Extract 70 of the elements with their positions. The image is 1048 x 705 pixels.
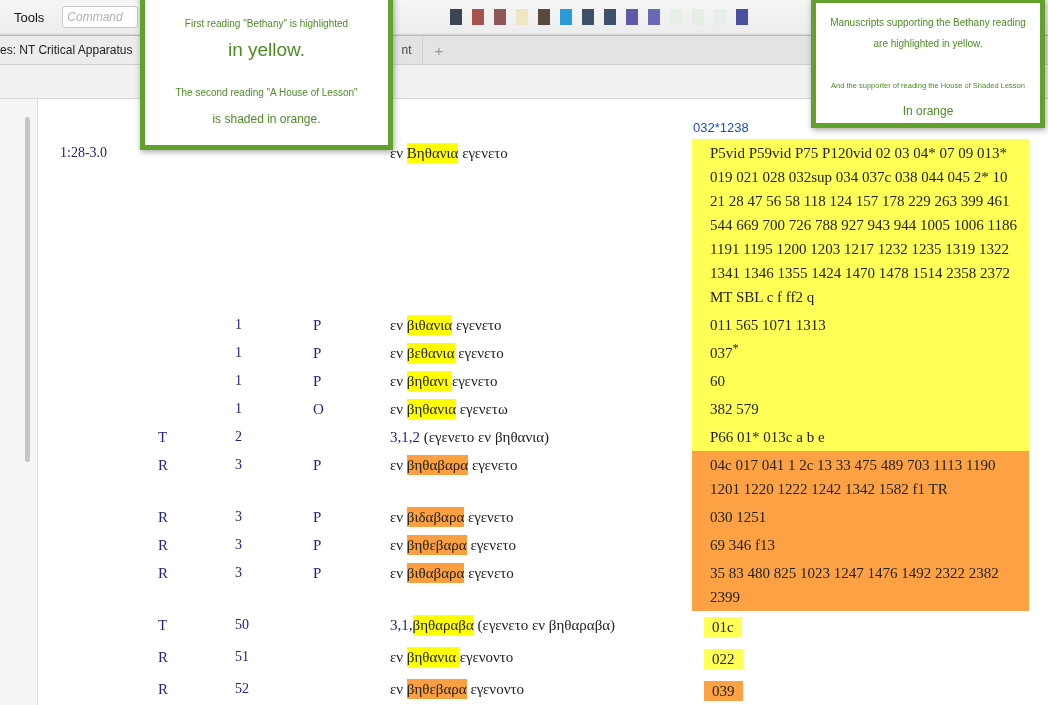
- variant-class: P: [313, 565, 322, 581]
- variant-number: 3: [235, 509, 242, 524]
- variant-number: 1: [235, 345, 242, 360]
- variant-reading: εν βηθανια εγενετω: [390, 399, 508, 419]
- variant-reading: εν βηθανι εγενετο: [390, 371, 498, 391]
- book-cover-icon[interactable]: [626, 9, 639, 25]
- variant-type: T: [158, 429, 168, 445]
- variant-number: 3: [235, 537, 242, 552]
- book-cover-icon[interactable]: [582, 9, 595, 25]
- variant-type: R: [158, 509, 168, 525]
- variant-class: P: [313, 317, 322, 333]
- annotation-callout: First reading "Bethany" is highlighted in yellow. The second reading "A House of Lesson" is shaded in orange.: [140, 0, 393, 150]
- variant-number: 1: [235, 317, 242, 332]
- book-cover-icon[interactable]: [494, 9, 507, 25]
- variant-type: R: [158, 537, 168, 553]
- variant-type: R: [158, 681, 168, 697]
- witness-cell: P5vid P59vid P75 P120vid 02 03 04* 07 09 013* 019 021 028 032sup 034 037c 038 044 045 2* 10 21 28 47 56 58 118 124 157 178 229 263 399 461 544 669 700 726 788 927 943 944 1005 1006 1186 1191 1195 1200 1203 1217 1232 1235 1319 1322 1341 1346 1355 1424 1470 1478 1514 2358 2372 MT SBL c f ff2 q: [692, 139, 1029, 311]
- book-cover-icon[interactable]: [604, 9, 617, 25]
- variant-reading: εν βηθεβαρα εγενετο: [390, 535, 516, 555]
- variant-reading: 3,1,βηθαραβα (εγενετο εν βηθαραβα): [390, 615, 616, 635]
- book-cover-icon[interactable]: [472, 9, 485, 25]
- witness-cell: 011 565 1071 1313: [692, 311, 1029, 339]
- variant-type: T: [158, 617, 168, 633]
- witness-cell: 030 1251: [692, 503, 1029, 531]
- command-field[interactable]: Command: [62, 6, 139, 28]
- variant-reading: εν βηθανια εγενοντο: [390, 647, 514, 667]
- variant-number: 52: [235, 681, 249, 696]
- variant-class: P: [313, 537, 322, 553]
- variant-number: 1: [235, 401, 242, 416]
- book-cover-icon[interactable]: [538, 9, 551, 25]
- variant-number: 50: [235, 617, 249, 632]
- variant-number: 3: [235, 565, 242, 580]
- witness-cell: 35 83 480 825 1023 1247 1476 1492 2322 2382 2399: [692, 559, 1029, 611]
- variant-reading: εν Βηθανια εγενετο: [390, 143, 508, 163]
- witness-list: 01c: [704, 617, 742, 637]
- witness-cell: 69 346 f13: [692, 531, 1029, 559]
- tab[interactable]: nt: [395, 36, 423, 64]
- tools-menu[interactable]: Tools: [14, 9, 45, 25]
- variant-reading: εν βιδαβαρα εγενετο: [390, 507, 514, 527]
- witness-list: 022: [704, 649, 743, 669]
- variant-class: P: [313, 345, 322, 361]
- witness-list: 039: [704, 681, 743, 701]
- variant-class: O: [313, 401, 324, 417]
- variant-class: P: [313, 457, 322, 473]
- variant-reading: εν βηθαβαρα εγενετο: [390, 455, 518, 475]
- book-cover-icon[interactable]: [736, 9, 749, 25]
- variant-reading: εν βηθεβαρα εγενοντο: [390, 679, 524, 699]
- witness-cell: 382 579: [692, 395, 1029, 423]
- variant-reading: εν βεθανια εγενετο: [390, 343, 504, 363]
- scrollbar[interactable]: [25, 117, 30, 462]
- witness-cell: 04c 017 041 1 2c 13 33 475 489 703 1113 1190 1201 1220 1222 1242 1342 1582 f1 TR: [692, 451, 1029, 503]
- variant-number: 3: [235, 457, 242, 472]
- variant-class: P: [313, 373, 322, 389]
- variant-reading: εν βιθαβαρα εγενετο: [390, 563, 514, 583]
- verse-reference: 1:28-3.0: [60, 145, 108, 160]
- witness-cell: 60: [692, 367, 1029, 395]
- variant-reading: 3,1,2 (εγενετο εν βηθανια): [390, 429, 550, 445]
- variant-number: 1: [235, 373, 242, 388]
- witness-list: 032*1238: [693, 120, 749, 139]
- book-cover-icon[interactable]: [450, 9, 463, 25]
- witness-cell: 037$^{*}$: [692, 339, 1029, 367]
- variant-type: R: [158, 649, 168, 665]
- variant-class: P: [313, 509, 322, 525]
- book-cover-icon[interactable]: [648, 9, 661, 25]
- variant-number: 2: [235, 429, 242, 444]
- variant-reading: εν βιθανια εγενετο: [390, 315, 502, 335]
- variant-type: R: [158, 457, 168, 473]
- variant-type: R: [158, 565, 168, 581]
- variant-number: 51: [235, 649, 249, 664]
- witness-cell: P66 01* 013c a b e: [692, 423, 1029, 451]
